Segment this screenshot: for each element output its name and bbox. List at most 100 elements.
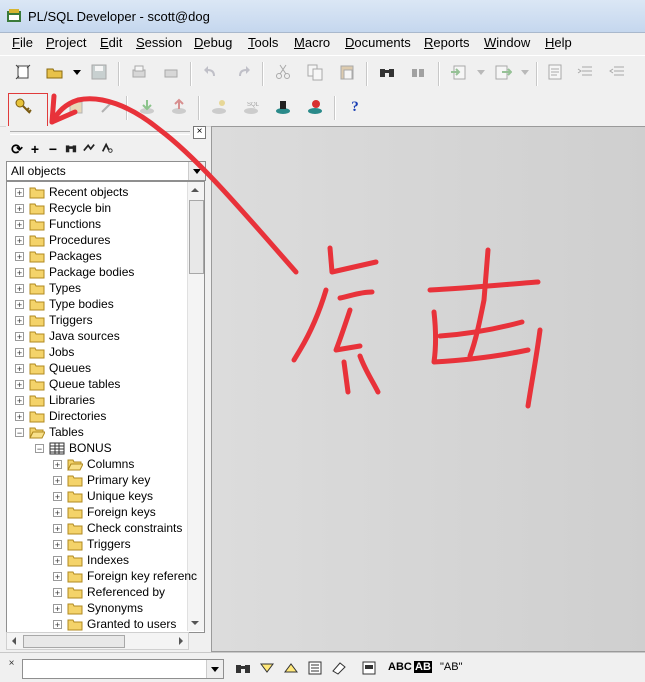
expand-icon[interactable]: +: [15, 283, 24, 293]
tree-item[interactable]: + Libraries: [15, 392, 95, 408]
save-icon[interactable]: [88, 61, 110, 83]
execute-icon[interactable]: [168, 96, 190, 118]
menu-documents[interactable]: Documents: [345, 35, 411, 50]
expand-icon[interactable]: +: [15, 363, 24, 373]
match-case-button[interactable]: ABC: [388, 661, 412, 673]
export-icon[interactable]: [492, 61, 514, 83]
regex-button[interactable]: "AB": [440, 661, 462, 673]
expand-icon[interactable]: +: [15, 379, 24, 389]
collapse-icon[interactable]: −: [15, 427, 24, 437]
refresh-icon[interactable]: ⟳: [10, 141, 24, 157]
tree-item[interactable]: + Procedures: [15, 232, 110, 248]
tree-item[interactable]: + Packages: [15, 248, 102, 264]
expand-icon[interactable]: +: [53, 539, 62, 549]
tree-subitem[interactable]: + Synonyms: [53, 600, 143, 616]
collapse-icon[interactable]: −: [35, 443, 44, 453]
open-icon[interactable]: [44, 61, 66, 83]
scroll-right-icon[interactable]: [179, 637, 183, 645]
menu-window[interactable]: Window: [484, 35, 530, 50]
copy-icon[interactable]: [304, 61, 326, 83]
redo-icon[interactable]: [232, 61, 254, 83]
tree-subitem[interactable]: + Unique keys: [53, 488, 153, 504]
tree-vertical-scrollbar[interactable]: [187, 182, 204, 631]
expand-icon[interactable]: +: [15, 347, 24, 357]
tree-item[interactable]: + Queues: [15, 360, 91, 376]
tree-subitem[interactable]: + Primary key: [53, 472, 150, 488]
tree-subitem[interactable]: + Referenced by: [53, 584, 165, 600]
menu-reports[interactable]: Reports: [424, 35, 470, 50]
sql-icon[interactable]: SQL: [240, 96, 262, 118]
add-icon[interactable]: +: [28, 141, 42, 157]
expand-icon[interactable]: +: [15, 251, 24, 261]
tree-item[interactable]: + Types: [15, 280, 81, 296]
export-dropdown-icon[interactable]: [514, 61, 536, 83]
tree-item[interactable]: + Queue tables: [15, 376, 120, 392]
tree-table-node[interactable]: − BONUS: [35, 440, 112, 456]
tree-scroll-thumb[interactable]: [189, 200, 204, 274]
tree-horizontal-scrollbar[interactable]: [6, 632, 189, 650]
menu-session[interactable]: Session: [136, 35, 182, 50]
replace-icon[interactable]: [408, 61, 430, 83]
filter-icon[interactable]: [82, 141, 96, 157]
expand-icon[interactable]: +: [53, 603, 62, 613]
tree-item[interactable]: + Java sources: [15, 328, 120, 344]
explain-icon[interactable]: [208, 96, 230, 118]
help-icon[interactable]: ?: [344, 96, 366, 118]
expand-icon[interactable]: +: [53, 587, 62, 597]
expand-icon[interactable]: +: [15, 235, 24, 245]
clear-highlight-icon[interactable]: [328, 657, 350, 679]
tree-subitem[interactable]: + Foreign key referenc: [53, 568, 197, 584]
find-next-icon[interactable]: [256, 657, 278, 679]
scroll-up-icon[interactable]: [191, 188, 199, 192]
chevron-down-icon[interactable]: [206, 660, 223, 678]
stop-icon[interactable]: [304, 96, 326, 118]
expand-icon[interactable]: +: [53, 475, 62, 485]
tree-item[interactable]: + Type bodies: [15, 296, 114, 312]
remove-icon[interactable]: −: [46, 141, 60, 157]
menu-macro[interactable]: Macro: [294, 35, 330, 50]
expand-icon[interactable]: +: [53, 555, 62, 565]
selection-only-icon[interactable]: [358, 657, 380, 679]
chevron-down-icon[interactable]: [188, 162, 205, 180]
cut-icon[interactable]: [272, 61, 294, 83]
panel-close-icon[interactable]: ×: [193, 126, 206, 139]
scroll-down-icon[interactable]: [191, 621, 199, 625]
find-input[interactable]: [22, 659, 224, 679]
menu-debug[interactable]: Debug: [194, 35, 232, 50]
expand-icon[interactable]: +: [15, 219, 24, 229]
expand-icon[interactable]: +: [53, 491, 62, 501]
find-bar-close-icon[interactable]: ×: [7, 659, 16, 669]
expand-icon[interactable]: +: [15, 331, 24, 341]
properties-icon[interactable]: [544, 61, 566, 83]
print-preview-icon[interactable]: [160, 61, 182, 83]
expand-icon[interactable]: +: [53, 523, 62, 533]
rollback-icon[interactable]: [97, 96, 119, 118]
object-filter-select[interactable]: All objects: [6, 161, 206, 181]
expand-icon[interactable]: +: [15, 315, 24, 325]
tree-subitem[interactable]: + Columns: [53, 456, 134, 472]
undo-icon[interactable]: [200, 61, 222, 83]
find-previous-icon[interactable]: [280, 657, 302, 679]
paste-icon[interactable]: [336, 61, 358, 83]
tree-item[interactable]: + Directories: [15, 408, 106, 424]
unindent-icon[interactable]: [606, 61, 628, 83]
expand-icon[interactable]: +: [53, 459, 62, 469]
tree-item[interactable]: + Recycle bin: [15, 200, 111, 216]
whole-word-button[interactable]: AB: [414, 661, 432, 673]
open-dropdown-icon[interactable]: [66, 61, 88, 83]
tree-subitem[interactable]: + Triggers: [53, 536, 131, 552]
tree-item[interactable]: + Jobs: [15, 344, 74, 360]
tree-subitem[interactable]: + Foreign keys: [53, 504, 156, 520]
expand-icon[interactable]: +: [15, 395, 24, 405]
expand-icon[interactable]: +: [15, 187, 24, 197]
expand-icon[interactable]: +: [15, 267, 24, 277]
menu-project[interactable]: Project: [46, 35, 86, 50]
menu-file[interactable]: File: [12, 35, 33, 50]
print-icon[interactable]: [128, 61, 150, 83]
expand-icon[interactable]: +: [53, 619, 62, 629]
break-icon[interactable]: [272, 96, 294, 118]
expand-icon[interactable]: +: [15, 203, 24, 213]
tree-subitem[interactable]: + Granted to users: [53, 616, 176, 632]
highlight-all-icon[interactable]: [304, 657, 326, 679]
tree-item[interactable]: + Recent objects: [15, 184, 128, 200]
